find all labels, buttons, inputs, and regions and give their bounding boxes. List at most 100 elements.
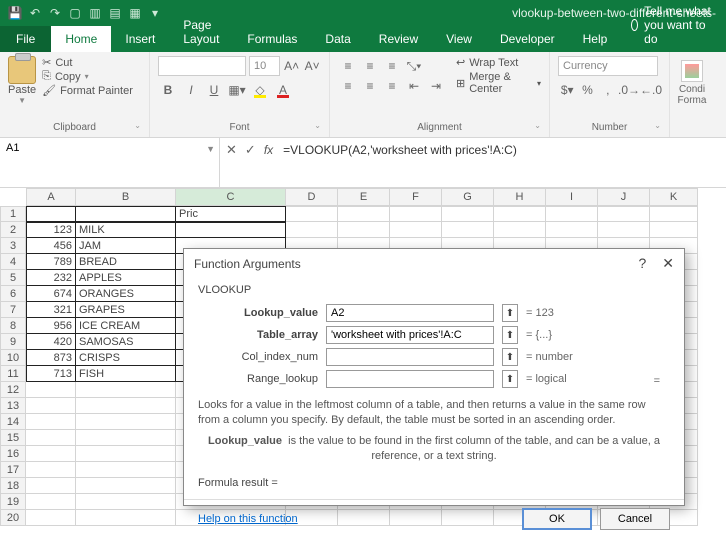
copy-button[interactable]: ⎘Copy ▾ — [42, 70, 133, 83]
underline-button[interactable]: U — [204, 80, 224, 100]
row-header-20[interactable]: 20 — [0, 510, 26, 526]
cell-A10[interactable]: 873 — [26, 350, 76, 366]
tab-insert[interactable]: Insert — [111, 26, 169, 52]
cell-B5[interactable]: APPLES — [76, 270, 176, 286]
wrap-text-button[interactable]: ↩Wrap Text — [456, 56, 541, 69]
decrease-decimal-button[interactable]: ←.0 — [641, 80, 661, 100]
cell-B20[interactable] — [76, 510, 176, 526]
row-header-18[interactable]: 18 — [0, 478, 26, 494]
cell-G1[interactable] — [442, 206, 494, 222]
cell-A17[interactable] — [26, 462, 76, 478]
fx-icon[interactable]: fx — [264, 143, 273, 157]
increase-font-button[interactable]: A˄ — [283, 56, 301, 76]
decrease-indent-button[interactable]: ⇤ — [404, 76, 424, 96]
col-header-E[interactable]: E — [338, 188, 390, 206]
cell-A1[interactable] — [26, 206, 76, 222]
border-button[interactable]: ▦▾ — [227, 80, 247, 100]
cell-A11[interactable]: 713 — [26, 366, 76, 382]
ok-button[interactable]: OK — [522, 508, 592, 530]
row-header-6[interactable]: 6 — [0, 286, 26, 302]
arg-range-lookup-input[interactable] — [326, 370, 494, 388]
cell-C1[interactable]: Pric — [176, 206, 286, 222]
chevron-down-icon[interactable]: ▼ — [206, 144, 215, 154]
cell-G2[interactable] — [442, 222, 494, 238]
tab-review[interactable]: Review — [365, 26, 432, 52]
quickprint-icon[interactable]: ▤ — [106, 4, 124, 22]
ref-edit-icon[interactable]: ⬆ — [502, 304, 518, 322]
formula-input[interactable] — [283, 142, 720, 157]
font-size-combo[interactable]: 10 — [249, 56, 280, 76]
cell-B14[interactable] — [76, 414, 176, 430]
row-headers[interactable]: 1234567891011121314151617181920 — [0, 206, 26, 526]
cancel-formula-icon[interactable]: ✕ — [226, 142, 237, 158]
cut-button[interactable]: ✂Cut — [42, 56, 133, 69]
italic-button[interactable]: I — [181, 80, 201, 100]
cell-B8[interactable]: ICE CREAM — [76, 318, 176, 334]
cell-B12[interactable] — [76, 382, 176, 398]
row-header-17[interactable]: 17 — [0, 462, 26, 478]
col-header-C[interactable]: C — [176, 188, 286, 206]
row-header-16[interactable]: 16 — [0, 446, 26, 462]
cell-A15[interactable] — [26, 430, 76, 446]
accept-formula-icon[interactable]: ✓ — [245, 142, 256, 158]
paste-button[interactable]: Paste ▼ — [8, 56, 36, 105]
open-icon[interactable]: ▥ — [86, 4, 104, 22]
row-header-12[interactable]: 12 — [0, 382, 26, 398]
cell-A20[interactable] — [26, 510, 76, 526]
cell-B11[interactable]: FISH — [76, 366, 176, 382]
help-link[interactable]: Help on this function — [198, 513, 298, 525]
name-box-input[interactable] — [6, 142, 213, 154]
arg-col-index-input[interactable] — [326, 348, 494, 366]
increase-indent-button[interactable]: ⇥ — [426, 76, 446, 96]
cell-A4[interactable]: 789 — [26, 254, 76, 270]
col-header-D[interactable]: D — [286, 188, 338, 206]
undo-icon[interactable]: ↶ — [26, 4, 44, 22]
bold-button[interactable]: B — [158, 80, 178, 100]
row-header-3[interactable]: 3 — [0, 238, 26, 254]
cell-H1[interactable] — [494, 206, 546, 222]
cell-B2[interactable]: MILK — [76, 222, 176, 238]
new-icon[interactable]: ▢ — [66, 4, 84, 22]
cell-I2[interactable] — [546, 222, 598, 238]
cell-B17[interactable] — [76, 462, 176, 478]
ref-edit-icon[interactable]: ⬆ — [502, 348, 518, 366]
cell-A18[interactable] — [26, 478, 76, 494]
cell-A19[interactable] — [26, 494, 76, 510]
row-header-15[interactable]: 15 — [0, 430, 26, 446]
col-header-H[interactable]: H — [494, 188, 546, 206]
cell-A12[interactable] — [26, 382, 76, 398]
cell-J1[interactable] — [598, 206, 650, 222]
col-header-B[interactable]: B — [76, 188, 176, 206]
comma-button[interactable]: , — [599, 80, 617, 100]
cell-B4[interactable]: BREAD — [76, 254, 176, 270]
font-color-button[interactable]: A — [273, 80, 293, 100]
cell-D2[interactable] — [286, 222, 338, 238]
row-header-1[interactable]: 1 — [0, 206, 26, 222]
conditional-formatting-button[interactable]: Condi Forma — [678, 56, 706, 110]
tab-home[interactable]: Home — [51, 26, 111, 52]
cell-J2[interactable] — [598, 222, 650, 238]
row-header-14[interactable]: 14 — [0, 414, 26, 430]
number-format-combo[interactable]: Currency — [558, 56, 658, 76]
preview-icon[interactable]: ▦ — [126, 4, 144, 22]
row-header-8[interactable]: 8 — [0, 318, 26, 334]
row-header-5[interactable]: 5 — [0, 270, 26, 286]
ref-edit-icon[interactable]: ⬆ — [502, 370, 518, 388]
row-header-10[interactable]: 10 — [0, 350, 26, 366]
tab-data[interactable]: Data — [311, 26, 364, 52]
cell-B18[interactable] — [76, 478, 176, 494]
align-middle-button[interactable]: ≡ — [360, 56, 380, 76]
tab-view[interactable]: View — [432, 26, 486, 52]
currency-button[interactable]: $▾ — [558, 80, 576, 100]
cell-B7[interactable]: GRAPES — [76, 302, 176, 318]
cell-B13[interactable] — [76, 398, 176, 414]
cell-C2[interactable] — [176, 222, 286, 238]
row-header-13[interactable]: 13 — [0, 398, 26, 414]
font-family-combo[interactable] — [158, 56, 246, 76]
cell-E2[interactable] — [338, 222, 390, 238]
row-header-9[interactable]: 9 — [0, 334, 26, 350]
merge-center-button[interactable]: ⊞Merge & Center ▾ — [456, 71, 541, 95]
cell-A3[interactable]: 456 — [26, 238, 76, 254]
tab-page-layout[interactable]: Page Layout — [169, 12, 233, 52]
col-header-I[interactable]: I — [546, 188, 598, 206]
